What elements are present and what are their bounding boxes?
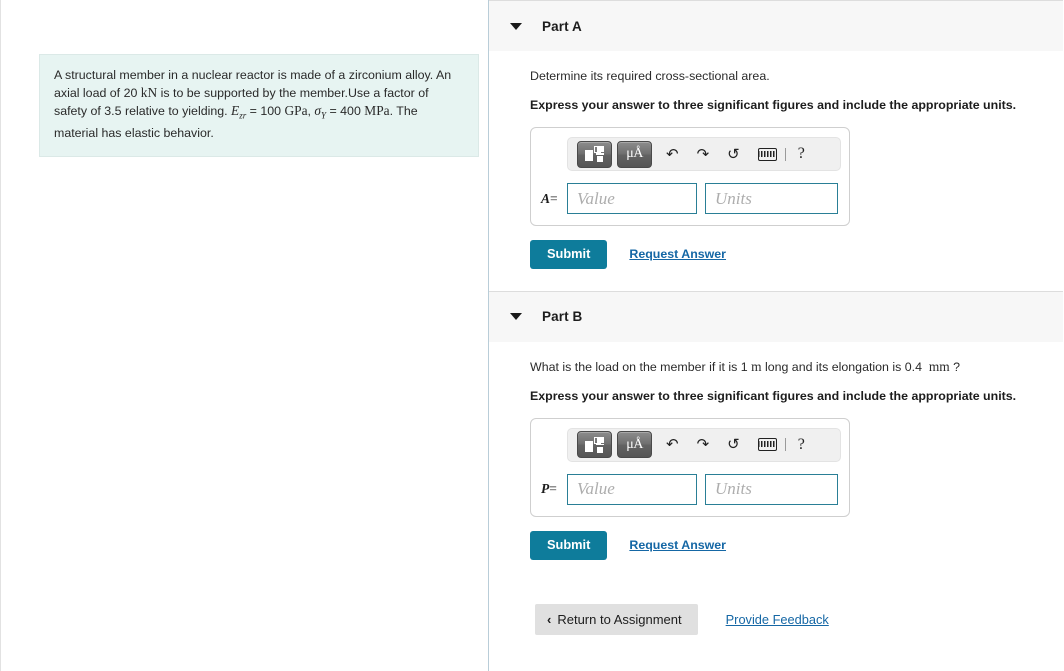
part-a-variable-label: A= [541,191,567,207]
part-b-equals: = [549,481,557,497]
keyboard-icon-b[interactable] [757,438,777,452]
part-b-instruction: Express your answer to three significant… [530,388,1017,403]
e-var-glyph: E [231,103,240,119]
units-glyph-a: μÅ [626,146,643,161]
part-b-variable-label: P= [541,481,567,497]
reset-icon-b[interactable]: ↺ [727,437,740,452]
part-b-value-input[interactable] [567,473,697,505]
part-a-variable: A [541,190,551,206]
part-b-answer-toolbar: μÅ ↶ ↷ ↺ ? [567,427,841,462]
part-b-question: What is the load on the member if it is … [530,359,1063,375]
chevron-left-icon: ‹ [547,611,552,627]
part-a-request-answer-link[interactable]: Request Answer [629,247,726,261]
toolbar-divider-b [784,438,786,452]
problem-statement-text: A structural member in a nuclear reactor… [54,67,464,142]
chevron-down-icon-part-b[interactable] [510,313,522,321]
part-b-q-seg3: ? [949,359,961,374]
unit-m: m [751,358,762,374]
part-a-equals: = [550,190,558,206]
part-b-variable: P [541,481,550,497]
part-a-value-input[interactable] [567,183,697,214]
part-a-answer-toolbar: μÅ ↶ ↷ ↺ ? [567,137,841,171]
part-a-action-row: Submit Request Answer [530,240,1063,269]
problem-statement-box: A structural member in a nuclear reactor… [39,54,479,158]
part-a-question: Determine its required cross-sectional a… [530,69,770,83]
part-b-request-answer-link[interactable]: Request Answer [629,538,726,552]
units-glyph-b: μÅ [626,436,643,452]
part-a-body: Determine its required cross-sectional a… [489,68,1063,269]
reset-icon-a[interactable]: ↺ [727,147,740,162]
footer-row: ‹ Return to Assignment Provide Feedback [530,603,1063,635]
part-a-title: Part A [542,18,582,34]
problem-seg-e-eq: = 100 [246,104,285,119]
undo-icon-a[interactable]: ↶ [666,147,679,162]
part-a-input-row: A= [541,183,839,214]
part-b-input-row: P= [541,473,839,505]
chevron-down-icon-part-a[interactable] [510,22,522,30]
help-icon-a[interactable]: ? [798,145,805,163]
page-root: A structural member in a nuclear reactor… [0,0,1064,671]
symbol-yield-stress: σY [314,103,326,121]
math-template-icon-a[interactable] [577,140,612,168]
part-b-q-seg2: long and its elongation is 0.4 [761,359,929,374]
provide-feedback-link[interactable]: Provide Feedback [726,612,829,627]
part-b-action-row: Submit Request Answer [530,530,1063,560]
part-b-body: What is the load on the member if it is … [489,359,1063,635]
part-a-instruction: Express your answer to three significant… [530,98,1017,112]
toolbar-divider-a [784,147,786,161]
template-glyph-a [585,146,604,162]
part-b-units-input[interactable] [705,473,838,505]
part-b-answer-box: μÅ ↶ ↷ ↺ ? P= [530,417,850,517]
template-glyph-b [585,436,604,453]
return-to-assignment-label: Return to Assignment [557,611,682,627]
unit-kn: kN [140,85,158,101]
units-icon-a[interactable]: μÅ [617,140,652,168]
unit-mm: mm [928,358,950,374]
math-template-icon-b[interactable] [577,431,612,459]
part-b-title: Part B [542,309,583,325]
redo-icon-a[interactable]: ↷ [697,147,710,162]
part-b-q-seg1: What is the load on the member if it is … [530,359,752,374]
part-a-answer-box: μÅ ↶ ↷ ↺ ? A= [530,127,850,226]
part-b-submit-button[interactable]: Submit [530,530,608,560]
units-icon-b[interactable]: μÅ [617,431,652,459]
part-a-submit-button[interactable]: Submit [530,240,608,269]
answer-panel: Part A Determine its required cross-sect… [489,0,1063,671]
symbol-elastic-modulus: Ezr [231,103,246,121]
unit-mpa: MPa [364,103,390,119]
part-a-header[interactable]: Part A [489,0,1063,51]
redo-icon-b[interactable]: ↷ [697,437,710,452]
unit-gpa: GPa [284,103,308,119]
problem-panel: A structural member in a nuclear reactor… [0,0,489,671]
part-b-header[interactable]: Part B [489,290,1063,342]
part-a-units-input[interactable] [705,183,838,214]
undo-icon-b[interactable]: ↶ [666,437,679,452]
help-icon-b[interactable]: ? [798,436,805,454]
problem-seg-sigma-eq: = 400 [326,104,365,119]
return-to-assignment-button[interactable]: ‹ Return to Assignment [535,603,698,635]
keyboard-icon-a[interactable] [757,147,777,161]
